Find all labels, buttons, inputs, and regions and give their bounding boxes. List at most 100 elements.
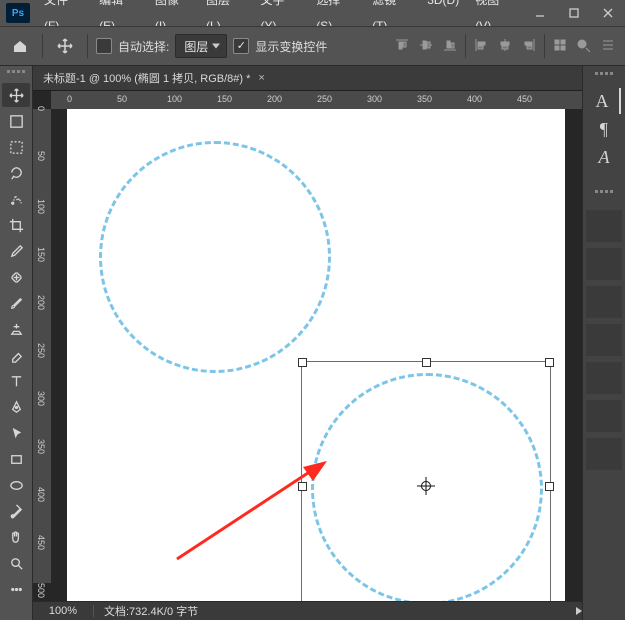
minimize-button[interactable] xyxy=(523,0,557,26)
tools-grip[interactable] xyxy=(2,70,30,78)
collapsed-panel[interactable] xyxy=(586,210,622,242)
collapsed-panel[interactable] xyxy=(586,400,622,432)
quick-select-tool[interactable] xyxy=(2,187,30,211)
ruler-tick: 400 xyxy=(36,487,46,502)
right-panel: A ¶ A xyxy=(582,66,625,620)
type-tool[interactable] xyxy=(2,369,30,393)
eyedropper-tool[interactable] xyxy=(2,239,30,263)
clone-stamp-tool[interactable] xyxy=(2,317,30,341)
status-doc-info[interactable]: 文档:732.4K/0 字节 xyxy=(94,603,570,619)
app-window: Ps 文件(F) 编辑(E) 图像(I) 图层(L) 文字(Y) 选择(S) 滤… xyxy=(0,0,625,620)
collapsed-panel[interactable] xyxy=(586,362,622,394)
glyphs-panel-icon[interactable]: A xyxy=(589,144,619,170)
ruler-tick: 0 xyxy=(36,106,46,111)
crop-tool[interactable] xyxy=(2,213,30,237)
ruler-tick: 100 xyxy=(36,199,46,214)
title-bar: Ps 文件(F) 编辑(E) 图像(I) 图层(L) 文字(Y) 选择(S) 滤… xyxy=(0,0,625,26)
move-tool-indicator[interactable] xyxy=(51,32,79,60)
page xyxy=(67,109,565,601)
status-bar: 100% 文档:732.4K/0 字节 xyxy=(33,601,582,620)
work-area: 未标题-1 @ 100% (椭圆 1 拷贝, RGB/8#) * × 0 50 … xyxy=(0,66,625,620)
auto-select-checkbox[interactable] xyxy=(96,38,112,54)
document-tab[interactable]: 未标题-1 @ 100% (椭圆 1 拷贝, RGB/8#) * × xyxy=(33,66,275,90)
path-select-tool[interactable] xyxy=(2,421,30,445)
transform-handle-ne[interactable] xyxy=(545,358,554,367)
ruler-tick: 200 xyxy=(36,295,46,310)
zoom-level[interactable]: 100% xyxy=(33,605,94,617)
transform-center-icon[interactable] xyxy=(417,477,435,495)
tools-panel xyxy=(0,66,33,620)
ruler-tick: 450 xyxy=(36,535,46,550)
eraser-tool[interactable] xyxy=(2,343,30,367)
ellipse-tool[interactable] xyxy=(2,473,30,497)
ellipse-shape-1[interactable] xyxy=(99,141,331,373)
more-align-icon[interactable] xyxy=(549,34,571,56)
brush-tool[interactable] xyxy=(2,291,30,315)
pen-tool[interactable] xyxy=(2,395,30,419)
ruler-tick: 450 xyxy=(517,94,532,104)
ruler-tick: 500 xyxy=(36,583,46,598)
collapsed-panel[interactable] xyxy=(586,248,622,280)
artboard-tool[interactable] xyxy=(2,109,30,133)
ruler-tick: 50 xyxy=(36,151,46,161)
hand-tool[interactable] xyxy=(2,525,30,549)
transform-handle-n[interactable] xyxy=(422,358,431,367)
ruler-tick: 100 xyxy=(167,94,182,104)
more-tools[interactable] xyxy=(2,577,30,601)
rectangle-tool[interactable] xyxy=(2,447,30,471)
zoom-tool[interactable] xyxy=(2,551,30,575)
ruler-horizontal[interactable]: 0 50 100 150 200 250 300 350 400 450 xyxy=(51,91,582,110)
ruler-tick: 400 xyxy=(467,94,482,104)
show-transform-label: 显示变换控件 xyxy=(255,38,327,55)
transform-handle-w[interactable] xyxy=(298,482,307,491)
auto-select-dropdown[interactable]: 图层 xyxy=(175,34,227,58)
close-button[interactable] xyxy=(591,0,625,26)
move-tool[interactable] xyxy=(2,83,30,107)
align-top-icon[interactable] xyxy=(391,34,413,56)
align-right-icon[interactable] xyxy=(518,34,540,56)
align-bottom-icon[interactable] xyxy=(439,34,461,56)
separator xyxy=(544,34,545,58)
panel-grip[interactable] xyxy=(586,190,622,198)
ruler-tick: 150 xyxy=(217,94,232,104)
align-left-icon[interactable] xyxy=(470,34,492,56)
separator xyxy=(465,34,466,58)
3d-mode-icon[interactable] xyxy=(573,34,595,56)
character-panel-icon[interactable]: A xyxy=(587,88,621,114)
transform-handle-e[interactable] xyxy=(545,482,554,491)
close-tab-icon[interactable]: × xyxy=(258,72,264,84)
auto-select-label: 自动选择: xyxy=(118,38,169,55)
ruler-tick: 150 xyxy=(36,247,46,262)
marquee-tool[interactable] xyxy=(2,135,30,159)
panel-menu-icon[interactable] xyxy=(597,34,619,56)
panel-grip[interactable] xyxy=(586,72,622,80)
document-tabs: 未标题-1 @ 100% (椭圆 1 拷贝, RGB/8#) * × xyxy=(33,66,582,91)
ruler-tick: 250 xyxy=(317,94,332,104)
window-buttons xyxy=(523,0,625,26)
ruler-tick: 350 xyxy=(417,94,432,104)
transform-handle-nw[interactable] xyxy=(298,358,307,367)
show-transform-checkbox[interactable] xyxy=(233,38,249,54)
ruler-vertical[interactable]: 0 50 100 150 200 250 300 350 400 450 500 xyxy=(33,109,52,583)
ruler-tick: 50 xyxy=(117,94,127,104)
canvas[interactable] xyxy=(51,109,582,583)
lasso-tool[interactable] xyxy=(2,161,30,185)
ruler-tick: 0 xyxy=(67,94,72,104)
document-tab-title: 未标题-1 @ 100% (椭圆 1 拷贝, RGB/8#) * xyxy=(43,70,250,86)
collapsed-panel[interactable] xyxy=(586,286,622,318)
ruler-tick: 200 xyxy=(267,94,282,104)
document-area: 未标题-1 @ 100% (椭圆 1 拷贝, RGB/8#) * × 0 50 … xyxy=(33,66,582,620)
healing-brush-tool[interactable] xyxy=(2,265,30,289)
transform-bounding-box[interactable] xyxy=(301,361,551,601)
ruler-tick: 350 xyxy=(36,439,46,454)
collapsed-panel[interactable] xyxy=(586,438,622,470)
collapsed-panel[interactable] xyxy=(586,324,622,356)
home-button[interactable] xyxy=(6,32,34,60)
gradient-tool[interactable] xyxy=(2,499,30,523)
paragraph-panel-icon[interactable]: ¶ xyxy=(589,116,619,142)
maximize-button[interactable] xyxy=(557,0,591,26)
align-vcenter-icon[interactable] xyxy=(415,34,437,56)
align-hcenter-icon[interactable] xyxy=(494,34,516,56)
align-buttons xyxy=(391,34,619,58)
app-logo: Ps xyxy=(6,3,30,23)
